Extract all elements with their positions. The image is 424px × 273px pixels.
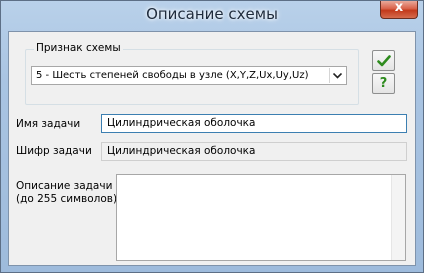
close-icon: x	[394, 0, 404, 15]
description-label: Описание задачи	[16, 180, 113, 192]
chevron-down-icon[interactable]	[329, 68, 345, 83]
scheme-type-legend: Признак схемы	[34, 42, 123, 54]
ok-button[interactable]	[372, 50, 395, 71]
title-bar[interactable]: Описание схемы x	[1, 0, 423, 31]
scheme-type-select[interactable]: 5 - Шесть степеней свободы в узле (X,Y,Z…	[31, 66, 347, 85]
dialog-window: Описание схемы x Признак схемы 5 - Шесть…	[0, 0, 424, 273]
task-code-label: Шифр задачи	[16, 145, 92, 157]
description-scrollbar[interactable]	[391, 175, 405, 260]
scheme-type-value: 5 - Шесть степеней свободы в узле (X,Y,Z…	[36, 70, 309, 81]
help-button[interactable]: ?	[372, 73, 395, 94]
question-icon: ?	[379, 76, 388, 91]
task-name-label: Имя задачи	[16, 118, 81, 130]
description-limit-label: (до 255 символов)	[16, 193, 118, 205]
dialog-client-area: Признак схемы 5 - Шесть степеней свободы…	[8, 31, 416, 266]
window-title: Описание схемы	[146, 5, 278, 23]
task-name-input[interactable]: Цилиндрическая оболочка	[101, 114, 407, 133]
checkmark-icon	[376, 54, 391, 66]
close-button[interactable]: x	[380, 0, 418, 19]
task-code-field: Цилиндрическая оболочка	[101, 142, 407, 161]
description-textarea[interactable]	[116, 174, 406, 261]
